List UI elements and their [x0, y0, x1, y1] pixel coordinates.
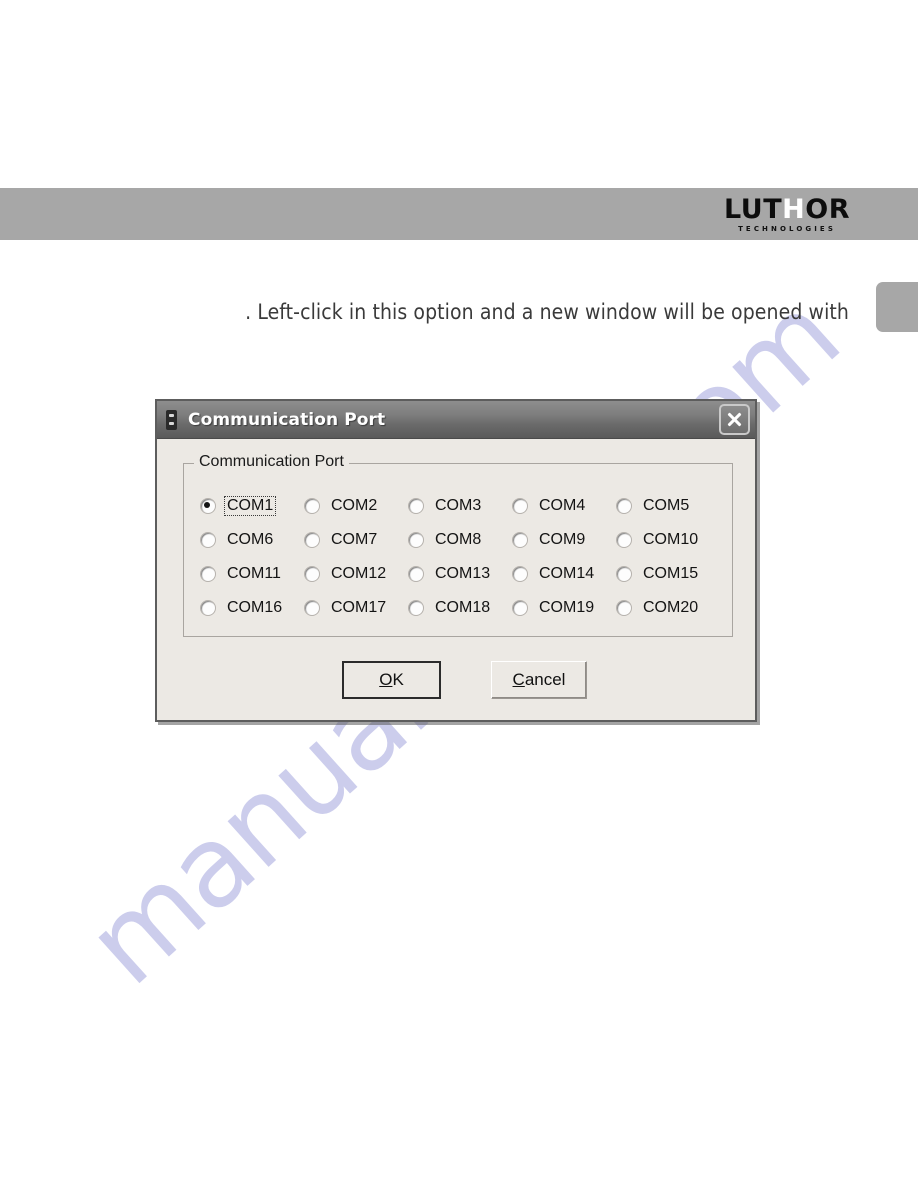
- radio-indicator-icon: [512, 566, 528, 582]
- ok-button-accel: O: [379, 670, 393, 689]
- radio-indicator-icon: [512, 498, 528, 514]
- radio-option-label: COM13: [435, 565, 491, 582]
- radio-option-com15[interactable]: COM15: [616, 564, 720, 584]
- radio-indicator-icon: [408, 600, 424, 616]
- radio-option-label: COM20: [643, 599, 699, 616]
- radio-option-com2[interactable]: COM2: [304, 496, 408, 516]
- dialog-title-bar[interactable]: Communication Port: [157, 401, 755, 439]
- radio-option-com16[interactable]: COM16: [200, 598, 304, 618]
- radio-option-com12[interactable]: COM12: [304, 564, 408, 584]
- radio-option-com14[interactable]: COM14: [512, 564, 616, 584]
- cancel-button-accel: C: [512, 670, 525, 689]
- radio-option-com4[interactable]: COM4: [512, 496, 616, 516]
- radio-option-label: COM17: [331, 599, 387, 616]
- logo-wordmark: LUTHOR: [724, 196, 850, 223]
- radio-indicator-icon: [616, 566, 632, 582]
- radio-indicator-icon: [304, 532, 320, 548]
- radio-indicator-icon: [304, 566, 320, 582]
- radio-indicator-icon: [616, 532, 632, 548]
- cancel-button-rest: ancel: [524, 670, 566, 689]
- radio-option-com11[interactable]: COM11: [200, 564, 304, 584]
- radio-indicator-icon: [408, 532, 424, 548]
- radio-option-com13[interactable]: COM13: [408, 564, 512, 584]
- radio-indicator-icon: [616, 600, 632, 616]
- page-side-tab-marker: [876, 282, 918, 332]
- dialog-title: Communication Port: [188, 409, 386, 430]
- radio-option-label: COM19: [539, 599, 595, 616]
- body-instruction-text: . Left-click in this option and a new wi…: [245, 300, 849, 324]
- luthor-logo: LUTHOR TECHNOLOGIES: [724, 196, 850, 233]
- logo-highlight-letter: H: [782, 194, 806, 225]
- radio-option-com19[interactable]: COM19: [512, 598, 616, 618]
- close-icon[interactable]: [719, 404, 750, 435]
- radio-option-com5[interactable]: COM5: [616, 496, 720, 516]
- logo-part-2: OR: [805, 194, 850, 225]
- radio-option-com3[interactable]: COM3: [408, 496, 512, 516]
- groupbox-legend: Communication Port: [194, 453, 349, 471]
- radio-indicator-icon: [408, 498, 424, 514]
- radio-option-label: COM4: [539, 497, 586, 514]
- page-header-band: LUTHOR TECHNOLOGIES: [0, 188, 918, 240]
- communication-port-groupbox: Communication Port COM1 COM2 COM3 COM4 COM5 C…: [183, 453, 733, 637]
- radio-option-label: COM11: [227, 565, 281, 582]
- radio-indicator-icon: [200, 532, 216, 548]
- radio-option-com20[interactable]: COM20: [616, 598, 720, 618]
- radio-option-com6[interactable]: COM6: [200, 530, 304, 550]
- radio-indicator-icon: [304, 498, 320, 514]
- radio-option-label: COM18: [435, 599, 491, 616]
- radio-option-label: COM7: [331, 531, 378, 548]
- radio-option-com10[interactable]: COM10: [616, 530, 720, 550]
- logo-subtitle: TECHNOLOGIES: [738, 225, 836, 233]
- radio-option-label: COM1: [224, 496, 277, 516]
- radio-option-label: COM12: [331, 565, 387, 582]
- radio-option-label: COM8: [435, 531, 482, 548]
- radio-indicator-icon: [512, 532, 528, 548]
- radio-option-com18[interactable]: COM18: [408, 598, 512, 618]
- ok-button-rest: K: [392, 670, 404, 689]
- radio-indicator-icon: [512, 600, 528, 616]
- radio-option-label: COM14: [539, 565, 595, 582]
- radio-option-label: COM6: [227, 531, 274, 548]
- dialog-button-row: OK Cancel: [157, 661, 755, 703]
- cancel-button[interactable]: Cancel: [491, 661, 587, 699]
- ok-button[interactable]: OK: [342, 661, 441, 699]
- radio-indicator-icon: [408, 566, 424, 582]
- radio-option-label: COM3: [435, 497, 482, 514]
- radio-option-label: COM10: [643, 531, 699, 548]
- radio-option-label: COM5: [643, 497, 690, 514]
- radio-option-com9[interactable]: COM9: [512, 530, 616, 550]
- radio-option-com8[interactable]: COM8: [408, 530, 512, 550]
- serial-port-icon: [166, 409, 177, 430]
- radio-option-com7[interactable]: COM7: [304, 530, 408, 550]
- radio-option-label: COM2: [331, 497, 378, 514]
- radio-option-com1[interactable]: COM1: [200, 496, 304, 516]
- radio-option-com17[interactable]: COM17: [304, 598, 408, 618]
- radio-indicator-icon: [200, 600, 216, 616]
- radio-indicator-icon: [616, 498, 632, 514]
- radio-indicator-icon: [200, 566, 216, 582]
- logo-part-1: LUT: [724, 194, 783, 225]
- communication-port-dialog: Communication Port Communication Port CO…: [155, 399, 757, 722]
- radio-option-label: COM9: [539, 531, 586, 548]
- dialog-body: Communication Port COM1 COM2 COM3 COM4 COM5 C…: [157, 439, 755, 720]
- com-port-radio-grid: COM1 COM2 COM3 COM4 COM5 COM6 COM7 COM8 COM9 COM1…: [200, 489, 720, 625]
- radio-option-label: COM15: [643, 565, 699, 582]
- radio-option-label: COM16: [227, 599, 283, 616]
- radio-indicator-icon: [200, 498, 216, 514]
- radio-indicator-icon: [304, 600, 320, 616]
